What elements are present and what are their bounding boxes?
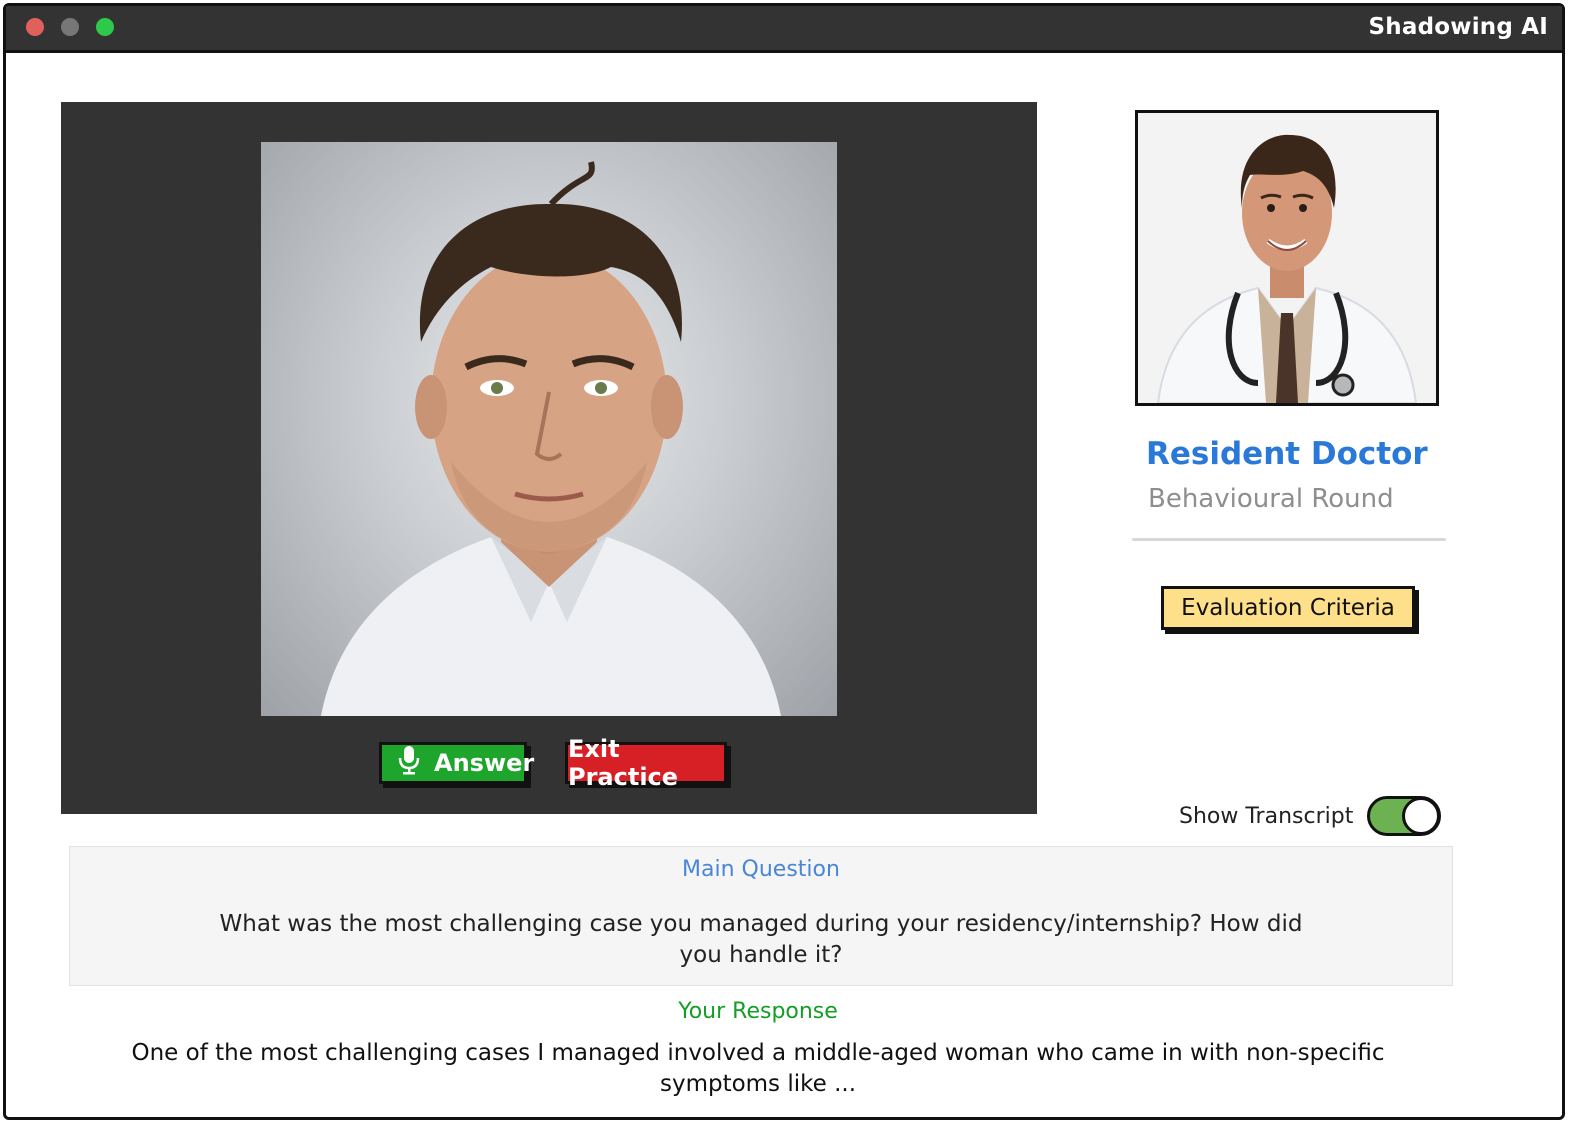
your-response-label: Your Response [678, 999, 838, 1024]
main-question-box: Main Question What was the most challeng… [69, 846, 1453, 986]
interviewer-portrait [321, 161, 781, 716]
interviewer-video-panel: Answer Exit Practice [61, 102, 1037, 814]
exit-practice-button[interactable]: Exit Practice [565, 735, 727, 791]
profile-divider [1132, 538, 1446, 541]
toggle-knob [1402, 797, 1440, 835]
doctor-profile-photo [1135, 110, 1439, 406]
main-question-label: Main Question [682, 857, 840, 882]
evaluation-criteria-label: Evaluation Criteria [1181, 595, 1395, 621]
answer-button-label: Answer [434, 749, 535, 777]
title-bar: Shadowing AI [6, 6, 1562, 53]
call-controls: Answer Exit Practice [61, 735, 1037, 791]
answer-button[interactable]: Answer [379, 742, 534, 784]
minimize-window-button[interactable] [61, 18, 79, 36]
round-subtitle: Behavioural Round [1148, 484, 1394, 514]
close-window-button[interactable] [26, 18, 44, 36]
show-transcript-toggle[interactable] [1367, 796, 1441, 836]
microphone-icon [398, 745, 420, 781]
interviewer-video [261, 142, 837, 716]
app-window: Shadowing AI Answer Exit Practice Reside… [3, 3, 1565, 1120]
role-title: Resident Doctor [1146, 436, 1428, 472]
app-title: Shadowing AI [1368, 14, 1548, 40]
evaluation-criteria-button[interactable]: Evaluation Criteria [1161, 586, 1415, 630]
main-question-text: What was the most challenging case you m… [219, 911, 1303, 968]
show-transcript-label: Show Transcript [1179, 804, 1354, 829]
exit-practice-label: Exit Practice [568, 735, 679, 791]
maximize-window-button[interactable] [96, 18, 114, 36]
your-response-text: One of the most challenging cases I mana… [131, 1040, 1385, 1097]
